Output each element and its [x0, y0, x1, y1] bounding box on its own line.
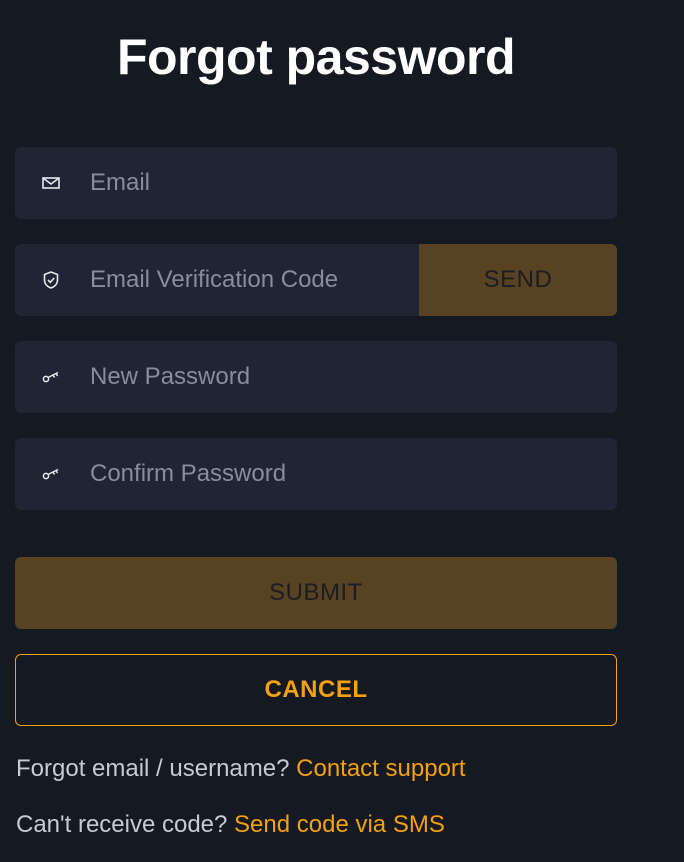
submit-button[interactable]: SUBMIT: [15, 557, 617, 629]
confirm-password-field-container[interactable]: [15, 438, 617, 510]
email-field-container[interactable]: [15, 147, 617, 219]
forgot-email-text: Forgot email / username?: [16, 755, 290, 782]
confirm-password-input[interactable]: [90, 438, 410, 510]
new-password-field-container[interactable]: [15, 341, 617, 413]
mail-icon: [41, 173, 61, 193]
key-icon: [41, 367, 61, 387]
cant-receive-text: Can't receive code?: [16, 811, 228, 838]
shield-check-icon: [41, 270, 61, 290]
verification-code-field-container[interactable]: SEND: [15, 244, 617, 316]
send-code-button[interactable]: SEND: [419, 244, 617, 316]
send-code-via-sms-link[interactable]: Send code via SMS: [234, 811, 445, 838]
email-input[interactable]: [90, 147, 410, 219]
forgot-email-help: Forgot email / username? Contact support: [16, 755, 466, 783]
key-icon: [41, 464, 61, 484]
new-password-input[interactable]: [90, 341, 410, 413]
verification-code-input[interactable]: [90, 244, 410, 316]
cancel-button[interactable]: CANCEL: [15, 654, 617, 726]
cant-receive-code-help: Can't receive code? Send code via SMS: [16, 811, 445, 839]
page-title: Forgot password: [116, 29, 516, 85]
contact-support-link[interactable]: Contact support: [296, 755, 465, 782]
